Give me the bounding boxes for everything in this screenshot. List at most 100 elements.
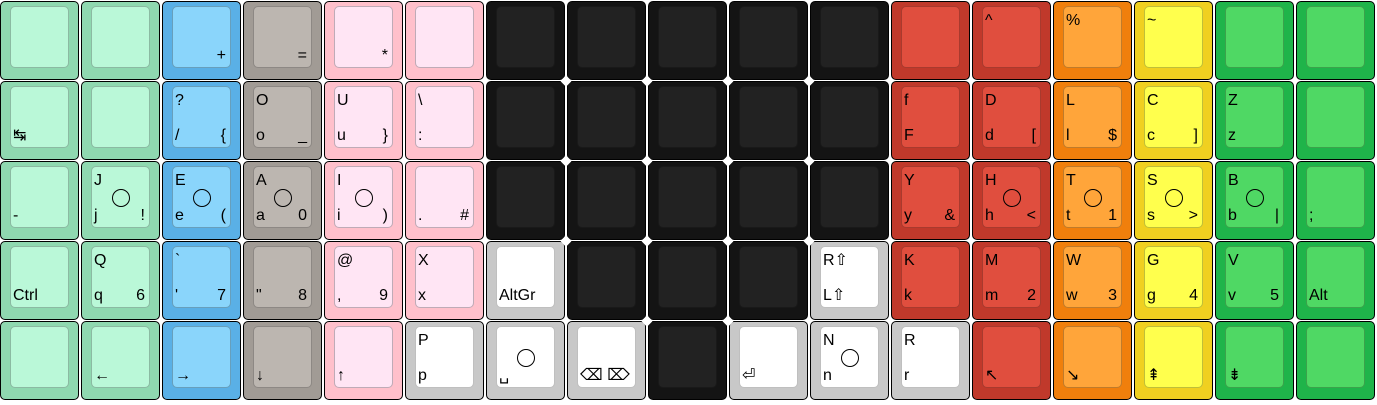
key: \:: [405, 81, 484, 160]
key: [567, 1, 646, 80]
key-legend-bl: L⇧: [823, 287, 846, 304]
key-legend-bl: →: [175, 367, 191, 384]
key-legend-bl: b: [1228, 207, 1237, 224]
key: Ll $: [1053, 81, 1132, 160]
key-legend-bl: u: [337, 127, 346, 144]
key: [1296, 321, 1375, 400]
key-legend-bl: d: [985, 127, 994, 144]
key-legend-tl: ~: [1147, 12, 1157, 29]
key-legend-tl: P: [418, 332, 429, 349]
key-legend-bl: i: [337, 207, 341, 224]
key-legend-bl: ⏎: [742, 367, 756, 384]
homing-circle-icon: [841, 349, 859, 367]
key: [0, 321, 79, 400]
key: ␣: [486, 321, 565, 400]
key-legend-br: 6: [136, 287, 145, 304]
keycap: [1306, 166, 1365, 228]
keycap: [658, 86, 717, 148]
key: [648, 1, 727, 80]
key-legend-tl: R: [904, 332, 916, 349]
key: [1296, 81, 1375, 160]
key: [0, 1, 79, 80]
homing-circle-icon: [1246, 189, 1264, 207]
key-legend-tl: K: [904, 252, 915, 269]
key: Vv 5: [1215, 241, 1294, 320]
key: Uu}: [324, 81, 403, 160]
key-legend-tl: J: [94, 172, 102, 189]
key: " 8: [243, 241, 322, 320]
key-legend-tl: Q: [94, 252, 107, 269]
key-legend-bl: ,: [337, 287, 342, 304]
key-legend-br: =: [297, 47, 307, 64]
keycap: [739, 6, 798, 68]
keycap: [820, 86, 879, 148]
key-legend-bl: e: [175, 207, 184, 224]
keycap: [739, 86, 798, 148]
key-legend-bl: a: [256, 207, 265, 224]
key-legend-bl: g: [1147, 287, 1156, 304]
key-legend-br: 4: [1189, 287, 1198, 304]
key-legend-br: 2: [1027, 287, 1036, 304]
key-legend-bl: t: [1066, 207, 1071, 224]
key-legend-tl: U: [337, 92, 349, 109]
key-legend-tl: Z: [1228, 92, 1238, 109]
key: [567, 81, 646, 160]
key: ^: [972, 1, 1051, 80]
key: [81, 81, 160, 160]
key-legend-tl: S: [1147, 172, 1158, 189]
key-legend-br: 8: [298, 287, 307, 304]
key: Cc]: [1134, 81, 1213, 160]
key: Yy &: [891, 161, 970, 240]
keycap: [496, 166, 555, 228]
key: Bb |: [1215, 161, 1294, 240]
key-legend-bl: m: [985, 287, 999, 304]
key-legend-br: 1: [1108, 207, 1117, 224]
key-legend-bl: j: [94, 207, 98, 224]
keycap: [658, 246, 717, 308]
key: [486, 1, 565, 80]
key-legend-bl: ⇞: [1147, 367, 1161, 384]
key-legend-bl: q: [94, 287, 103, 304]
keycap: [739, 246, 798, 308]
key-legend-tl: L: [1066, 92, 1075, 109]
key-legend-br: +: [216, 47, 226, 64]
key: [729, 241, 808, 320]
key-legend-bl: ↖: [985, 367, 999, 384]
key-legend-tl: R⇧: [823, 252, 848, 269]
homing-circle-icon: [1165, 189, 1183, 207]
key: @, 9: [324, 241, 403, 320]
key: . #: [405, 161, 484, 240]
key-legend-tl: M: [985, 252, 999, 269]
key-legend-tl: V: [1228, 252, 1239, 269]
key: =: [243, 1, 322, 80]
key: Pp: [405, 321, 484, 400]
key-legend-bl: -: [13, 207, 19, 224]
key-legend-tl: `: [175, 252, 181, 269]
key-legend-bl: n: [823, 367, 832, 384]
key-legend-br: $: [1108, 127, 1117, 144]
key-legend-tl: @: [337, 252, 354, 269]
key: ↖: [972, 321, 1051, 400]
key-legend-bl: c: [1147, 127, 1155, 144]
key-legend-br: }: [382, 127, 388, 144]
key-legend-tl: %: [1066, 12, 1081, 29]
homing-circle-icon: [517, 349, 535, 367]
key: ~: [1134, 1, 1213, 80]
key: ⇟: [1215, 321, 1294, 400]
key-legend-tl: B: [1228, 172, 1239, 189]
key-legend-tl: N: [823, 332, 835, 349]
key-legend-tl: X: [418, 252, 429, 269]
keycap: [1306, 326, 1365, 388]
key: ↹: [0, 81, 79, 160]
keycap: [496, 86, 555, 148]
key: ↑: [324, 321, 403, 400]
key: Ee (: [162, 161, 241, 240]
key: Zz: [1215, 81, 1294, 160]
key-legend-br: 7: [217, 287, 226, 304]
key-legend-bl: h: [985, 207, 994, 224]
key-legend-bl: ←: [94, 367, 110, 384]
key-legend-tl: \: [418, 92, 423, 109]
key: [1296, 1, 1375, 80]
key: →: [162, 321, 241, 400]
key: ` ' 7: [162, 241, 241, 320]
